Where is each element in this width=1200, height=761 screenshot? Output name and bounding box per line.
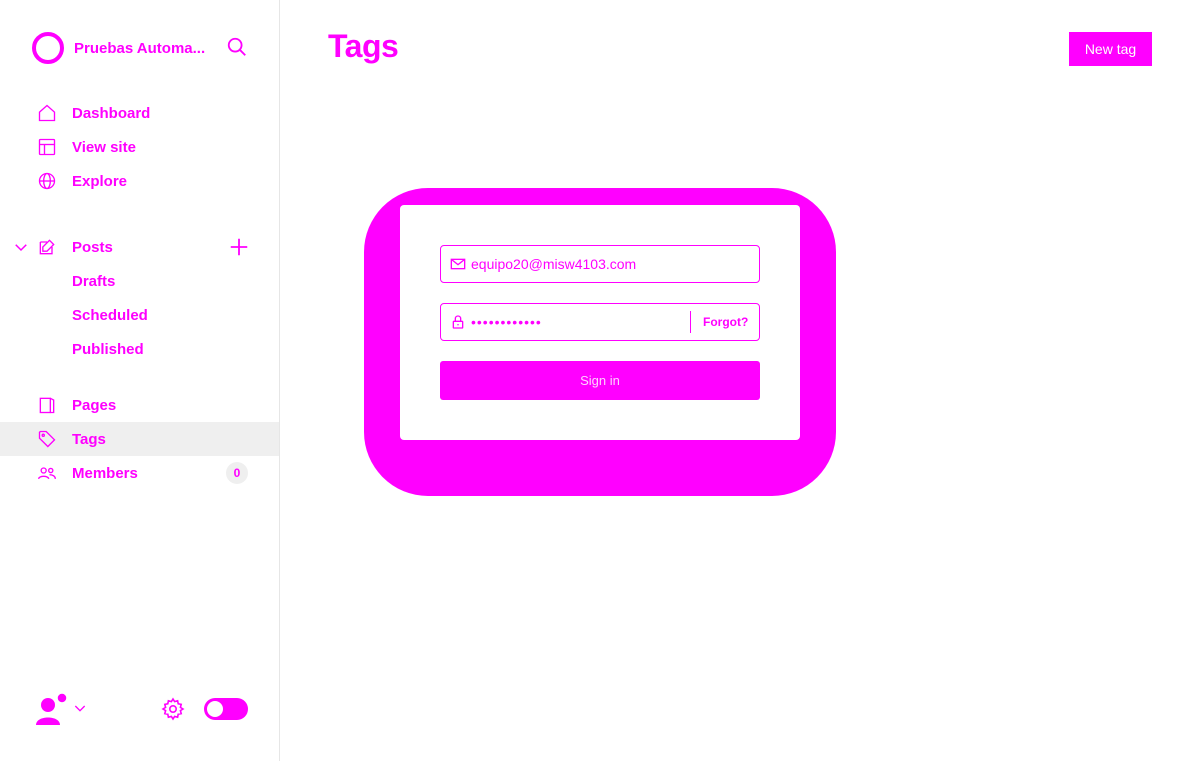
page-title: Tags [328, 28, 399, 64]
email-input[interactable] [471, 246, 751, 282]
layout-icon [37, 137, 57, 157]
nav-published-label: Published [72, 340, 144, 358]
brand[interactable]: Pruebas Automa... [32, 32, 212, 64]
user-avatar-icon[interactable] [34, 692, 68, 726]
nav-view-site-label: View site [72, 138, 136, 156]
nav-explore-label: Explore [72, 172, 128, 190]
lock-icon [452, 315, 464, 329]
nav-explore[interactable]: Explore [0, 164, 279, 198]
new-tag-button[interactable]: New tag [1069, 32, 1152, 66]
nav-pages-label: Pages [72, 396, 117, 414]
nav-view-site[interactable]: View site [0, 130, 279, 164]
nav-drafts[interactable]: Drafts [0, 264, 279, 298]
nav-pages[interactable]: Pages [0, 388, 279, 422]
home-icon [37, 103, 57, 123]
nav-tags-label: Tags [72, 430, 106, 448]
search-icon[interactable] [226, 36, 248, 58]
nav-dashboard[interactable]: Dashboard [0, 96, 279, 130]
nav-members-label: Members [72, 464, 138, 482]
gear-icon[interactable] [161, 697, 185, 721]
theme-toggle[interactable] [204, 698, 248, 720]
sign-in-button[interactable]: Sign in [440, 361, 760, 400]
globe-icon [37, 171, 57, 191]
mail-icon [450, 258, 466, 270]
brand-logo [32, 32, 64, 64]
nav-drafts-label: Drafts [72, 272, 116, 290]
plus-icon[interactable] [228, 236, 250, 258]
nav-posts[interactable]: Posts [0, 230, 220, 264]
nav-scheduled-label: Scheduled [72, 306, 148, 324]
site-name: Pruebas Automa... [74, 39, 206, 57]
nav-scheduled[interactable]: Scheduled [0, 298, 279, 332]
edit-icon [37, 237, 57, 257]
nav-tags[interactable]: Tags [0, 422, 279, 456]
nav-posts-label: Posts [72, 238, 113, 256]
password-field[interactable]: Forgot? [440, 303, 760, 341]
chevron-down-icon[interactable] [72, 700, 88, 716]
field-divider [690, 311, 691, 333]
nav-members[interactable]: Members 0 [0, 456, 279, 490]
nav-dashboard-label: Dashboard [72, 104, 151, 122]
toggle-knob [207, 701, 223, 717]
password-input[interactable] [471, 304, 681, 340]
email-field[interactable] [440, 245, 760, 283]
sidebar: Pruebas Automa... Dashboard View site Ex… [0, 0, 280, 761]
signin-modal: Forgot? Sign in [400, 205, 800, 440]
tag-icon [37, 429, 57, 449]
pages-icon [37, 395, 57, 415]
nav-published[interactable]: Published [0, 332, 279, 366]
members-icon [37, 463, 57, 483]
forgot-password-link[interactable]: Forgot? [703, 304, 748, 340]
members-count-badge: 0 [226, 462, 248, 484]
